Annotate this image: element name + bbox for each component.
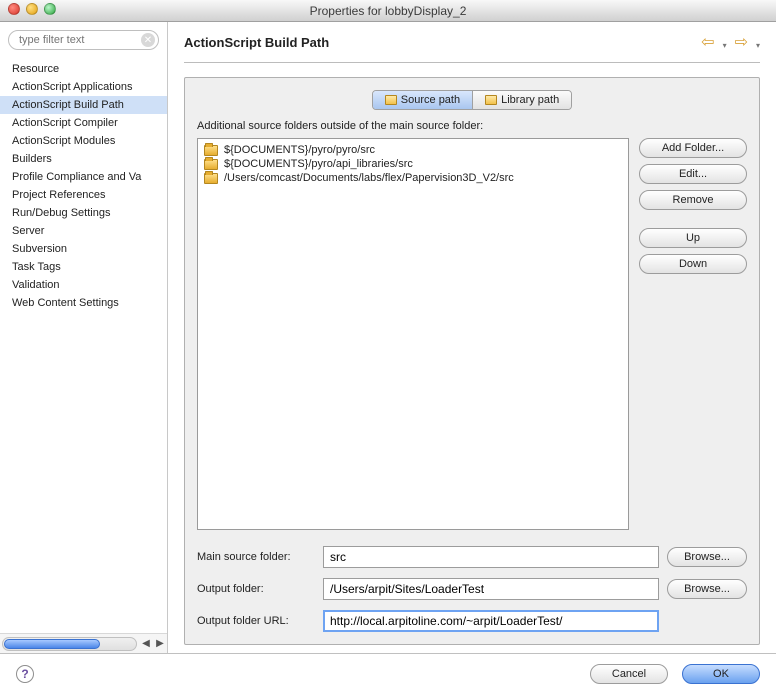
titlebar: Properties for lobbyDisplay_2 [0,0,776,22]
edit-button[interactable]: Edit... [639,164,747,184]
action-buttons: Cancel OK [590,664,760,684]
main-source-input[interactable] [323,546,659,568]
tabs-row: Source path Library path [197,90,747,110]
folder-icon [485,95,497,105]
category-item[interactable]: Builders [0,150,167,168]
source-folder-item[interactable]: ${DOCUMENTS}/pyro/pyro/src [204,143,622,157]
category-item[interactable]: Run/Debug Settings [0,204,167,222]
main-header: ActionScript Build Path ⇦ ▾ ⇨ ▾ [184,32,760,52]
tab-library-path[interactable]: Library path [472,91,571,109]
close-icon[interactable] [8,3,20,15]
bottom-bar: ? Cancel OK [0,653,776,693]
output-url-label: Output folder URL: [197,615,315,627]
up-button[interactable]: Up [639,228,747,248]
source-folders-list[interactable]: ${DOCUMENTS}/pyro/pyro/src ${DOCUMENTS}/p… [197,138,629,530]
ok-button[interactable]: OK [682,664,760,684]
folder-icon [385,95,397,105]
back-menu-icon[interactable]: ▾ [723,41,727,50]
fields-grid: Main source folder: Browse... Output fol… [197,546,747,632]
category-item[interactable]: ActionScript Build Path [0,96,167,114]
category-item[interactable]: Profile Compliance and Va [0,168,167,186]
output-folder-input[interactable] [323,578,659,600]
category-item[interactable]: Subversion [0,240,167,258]
forward-icon[interactable]: ⇨ [735,32,748,52]
page-title: ActionScript Build Path [184,35,329,50]
main-pane: ActionScript Build Path ⇦ ▾ ⇨ ▾ Source p… [168,22,776,653]
remove-button[interactable]: Remove [639,190,747,210]
main-source-label: Main source folder: [197,551,315,563]
filter-wrap: ✕ [0,22,167,56]
window-controls [8,3,56,15]
zoom-icon[interactable] [44,3,56,15]
source-folder-item[interactable]: /Users/comcast/Documents/labs/flex/Paper… [204,171,622,185]
category-item[interactable]: ActionScript Applications [0,78,167,96]
category-item[interactable]: Validation [0,276,167,294]
tab-label: Source path [401,94,460,106]
tabs: Source path Library path [372,90,572,110]
cancel-button[interactable]: Cancel [590,664,668,684]
add-folder-button[interactable]: Add Folder... [639,138,747,158]
source-area: ${DOCUMENTS}/pyro/pyro/src ${DOCUMENTS}/p… [197,138,747,530]
scrollbar-track[interactable] [2,637,137,651]
content-box: Source path Library path Additional sour… [184,77,760,645]
category-item[interactable]: Server [0,222,167,240]
subtitle: Additional source folders outside of the… [197,120,747,132]
category-item[interactable]: Resource [0,60,167,78]
sidebar-hscrollbar[interactable]: ◀ ▶ [0,633,167,653]
source-folder-path: ${DOCUMENTS}/pyro/api_libraries/src [224,158,413,170]
folder-icon [204,145,218,156]
category-item[interactable]: ActionScript Compiler [0,114,167,132]
folder-icon [204,173,218,184]
main-source-browse-button[interactable]: Browse... [667,547,747,567]
window-title: Properties for lobbyDisplay_2 [310,4,467,18]
source-folder-item[interactable]: ${DOCUMENTS}/pyro/api_libraries/src [204,157,622,171]
category-item[interactable]: ActionScript Modules [0,132,167,150]
category-item[interactable]: Task Tags [0,258,167,276]
minimize-icon[interactable] [26,3,38,15]
down-button[interactable]: Down [639,254,747,274]
clear-icon[interactable]: ✕ [141,33,155,47]
category-list: ResourceActionScript ApplicationsActionS… [0,56,167,633]
forward-menu-icon[interactable]: ▾ [756,41,760,50]
filter-input[interactable] [8,30,159,50]
body-area: ✕ ResourceActionScript ApplicationsActio… [0,22,776,653]
category-item[interactable]: Project References [0,186,167,204]
side-button-column: Add Folder... Edit... Remove Up Down [639,138,747,530]
category-item[interactable]: Web Content Settings [0,294,167,312]
output-folder-label: Output folder: [197,583,315,595]
scroll-left-icon[interactable]: ◀ [139,637,153,651]
output-url-input[interactable] [323,610,659,632]
source-folder-path: ${DOCUMENTS}/pyro/pyro/src [224,144,375,156]
sidebar: ✕ ResourceActionScript ApplicationsActio… [0,22,168,653]
tab-label: Library path [501,94,559,106]
divider [184,62,760,63]
scroll-right-icon[interactable]: ▶ [153,637,167,651]
tab-source-path[interactable]: Source path [373,91,472,109]
folder-icon [204,159,218,170]
output-folder-browse-button[interactable]: Browse... [667,579,747,599]
help-icon[interactable]: ? [16,665,34,683]
nav-arrows: ⇦ ▾ ⇨ ▾ [701,32,760,52]
back-icon[interactable]: ⇦ [701,32,714,52]
source-folder-path: /Users/comcast/Documents/labs/flex/Paper… [224,172,514,184]
scrollbar-thumb[interactable] [4,639,100,649]
